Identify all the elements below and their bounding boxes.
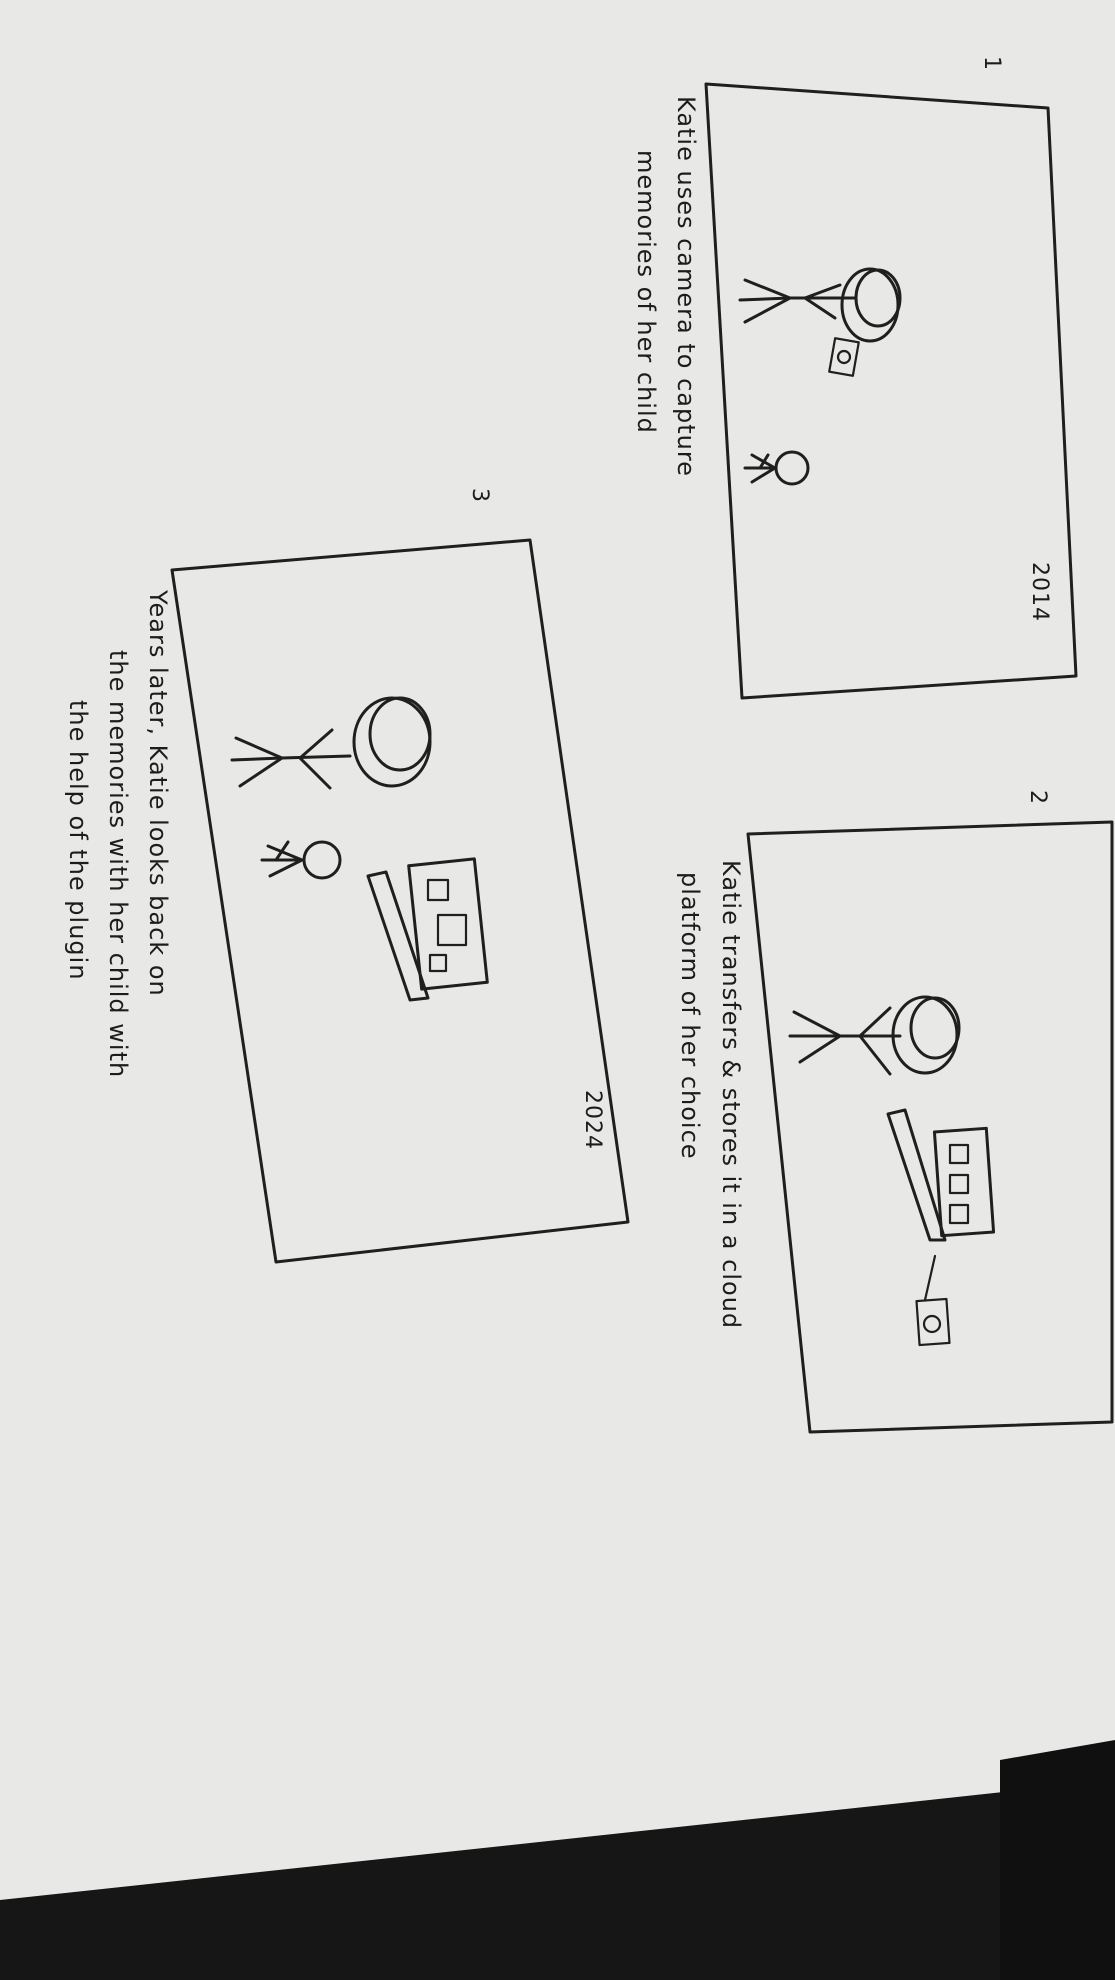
panel-1-number: 1 (979, 56, 1004, 71)
sketch-paper: 1 2 3 2014 2024 Katie uses camera to cap… (0, 0, 1115, 1980)
panel-2-caption-line-2: platform of her choice (676, 872, 704, 1160)
panel-1-caption-line-2: memories of her child (632, 150, 660, 434)
panel-3-caption-line-3: the help of the plugin (64, 700, 92, 981)
table-shadow-right (1000, 1740, 1115, 1980)
panel-3-caption-line-1: Years later, Katie looks back on (144, 590, 172, 997)
panel-2-number: 2 (1025, 790, 1050, 805)
panel-3-number: 3 (467, 488, 492, 503)
panel-3-year: 2024 (580, 1090, 605, 1150)
panel-1-caption-line-1: Katie uses camera to capture (672, 96, 700, 477)
panel-1-year: 2014 (1027, 562, 1052, 622)
panel-3-caption-line-2: the memories with her child with (104, 650, 132, 1079)
panel-2-caption-line-1: Katie transfers & stores it in a cloud (717, 860, 745, 1330)
